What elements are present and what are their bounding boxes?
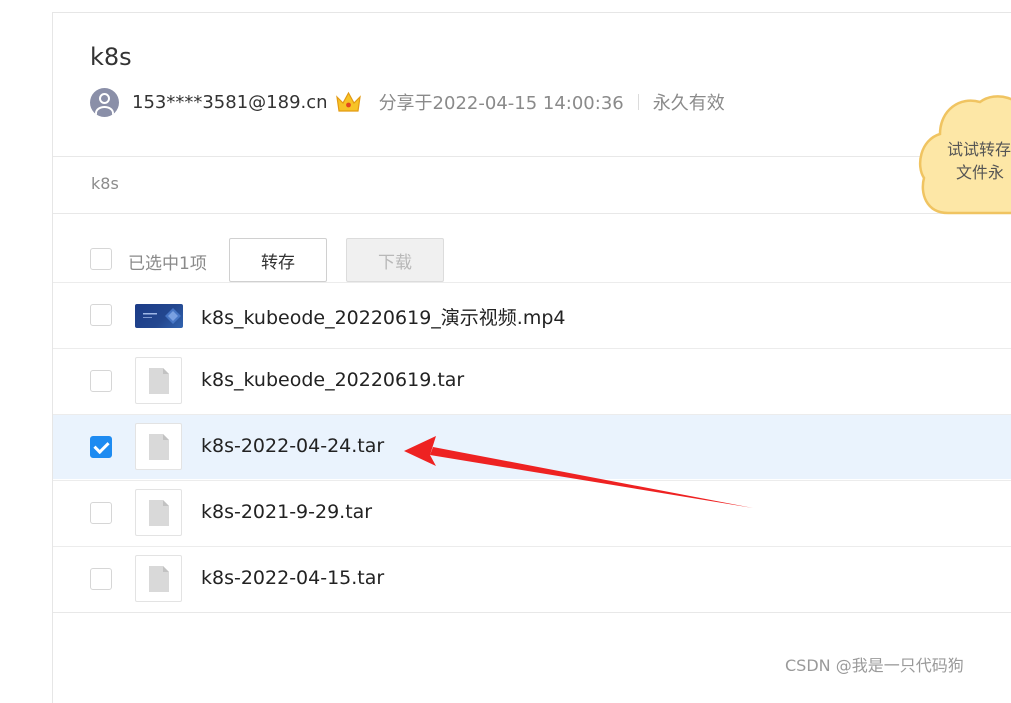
- file-checkbox[interactable]: [90, 304, 112, 326]
- sharer-account: 153****3581@189.cn: [132, 91, 328, 113]
- share-panel: k8s 153****3581@189.cn 分享于2022-04-15 14:…: [52, 12, 1011, 703]
- file-checkbox[interactable]: [90, 502, 112, 524]
- breadcrumb-divider: [53, 213, 1011, 214]
- document-icon: [148, 565, 169, 592]
- document-icon: [148, 499, 169, 526]
- csdn-watermark: CSDN @我是一只代码狗: [785, 656, 964, 675]
- file-row[interactable]: k8s-2022-04-15.tar: [53, 546, 1011, 611]
- share-time: 分享于2022-04-15 14:00:36: [378, 93, 624, 114]
- file-row[interactable]: k8s-2021-9-29.tar: [53, 480, 1011, 545]
- meta-divider: [637, 94, 639, 110]
- document-icon: [148, 367, 169, 394]
- file-checkbox[interactable]: [90, 370, 112, 392]
- file-list-end-divider: [53, 612, 1011, 613]
- file-name[interactable]: k8s-2021-9-29.tar: [201, 501, 372, 523]
- share-title: k8s: [90, 43, 132, 71]
- share-meta: 153****3581@189.cn 分享于2022-04-15 14:00:3…: [90, 87, 725, 117]
- file-row[interactable]: k8s_kubeode_20220619_演示视频.mp4: [53, 282, 1011, 347]
- file-checkbox[interactable]: [90, 436, 112, 458]
- file-name[interactable]: k8s_kubeode_20220619_演示视频.mp4: [201, 303, 565, 330]
- file-row[interactable]: k8s-2022-04-24.tar: [53, 414, 1011, 479]
- file-name[interactable]: k8s-2022-04-24.tar: [201, 435, 384, 457]
- avatar-body: [95, 105, 114, 117]
- avatar[interactable]: [90, 87, 119, 117]
- file-icon[interactable]: [135, 489, 182, 536]
- promo-line-2: 文件永: [956, 163, 1005, 182]
- expiry-label: 永久有效: [652, 93, 725, 114]
- file-icon[interactable]: [135, 357, 182, 404]
- file-icon[interactable]: [135, 555, 182, 602]
- selected-count-label: 已选中1项: [128, 254, 207, 274]
- file-icon[interactable]: [135, 423, 182, 470]
- document-icon: [148, 433, 169, 460]
- avatar-head: [99, 92, 110, 104]
- header-divider: [53, 156, 1011, 157]
- promo-line-1: 试试转存: [947, 140, 1011, 159]
- select-all-checkbox[interactable]: [90, 248, 112, 270]
- file-name[interactable]: k8s-2022-04-15.tar: [201, 567, 384, 589]
- video-thumbnail[interactable]: [135, 304, 183, 328]
- file-row[interactable]: k8s_kubeode_20220619.tar: [53, 348, 1011, 413]
- video-thumbnail-graphic: [143, 308, 181, 324]
- breadcrumb[interactable]: k8s: [91, 174, 119, 193]
- crown-icon: [335, 91, 361, 112]
- file-name[interactable]: k8s_kubeode_20220619.tar: [201, 369, 464, 391]
- file-checkbox[interactable]: [90, 568, 112, 590]
- save-to-drive-button[interactable]: 转存: [229, 238, 327, 282]
- download-button[interactable]: 下载: [346, 238, 444, 282]
